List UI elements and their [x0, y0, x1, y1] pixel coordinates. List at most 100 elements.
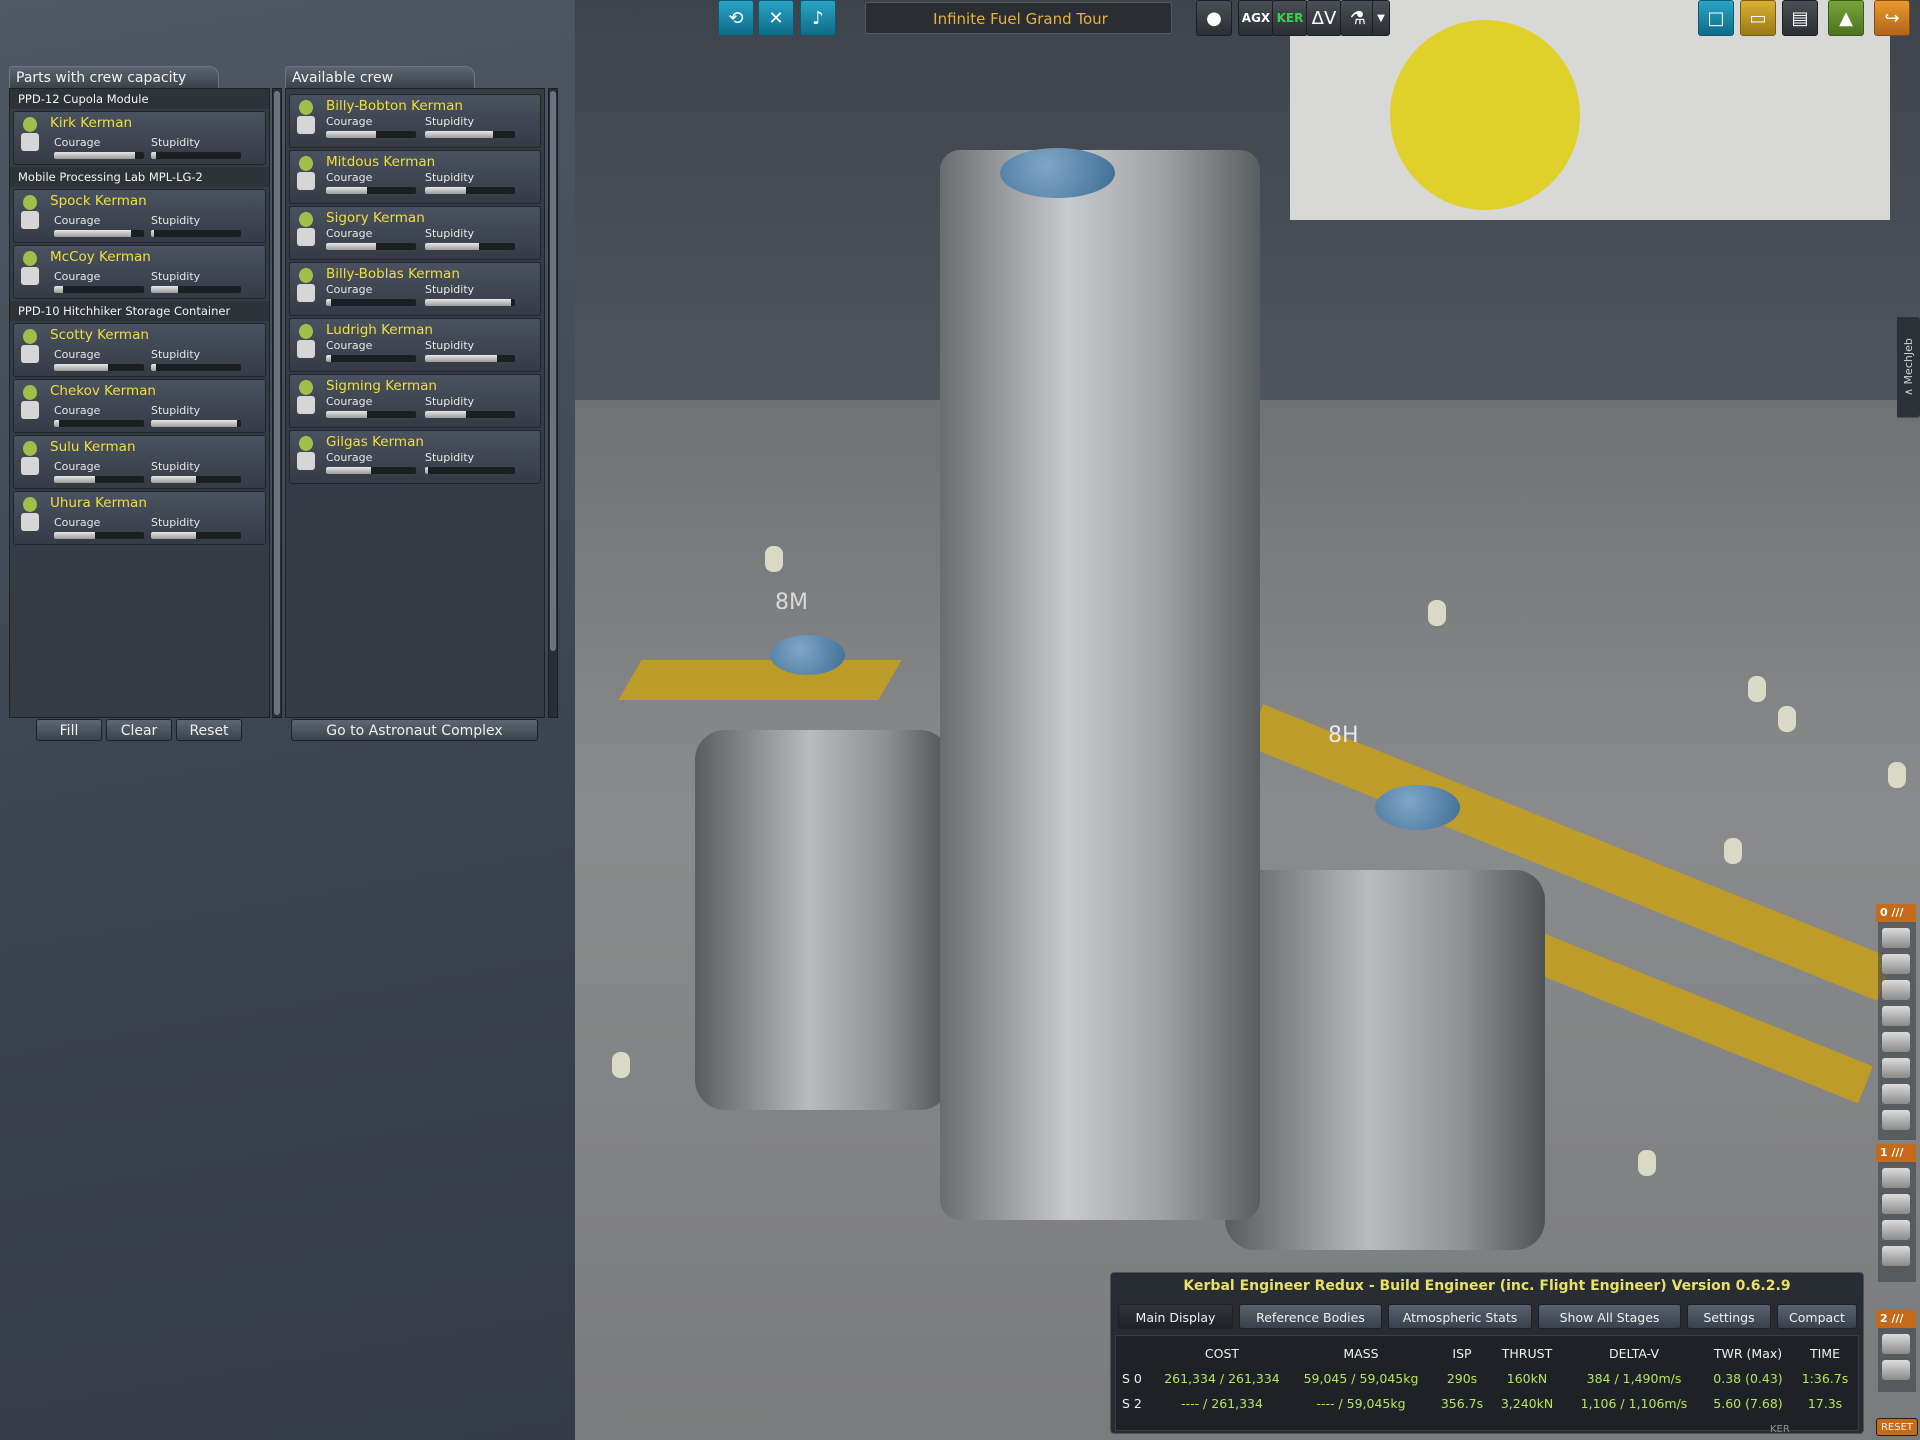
kerbal-figure — [1638, 1150, 1656, 1176]
crew-card[interactable]: Uhura Kerman Courage Stupidity — [13, 491, 266, 545]
stupidity-bar — [151, 286, 241, 293]
decoupler-icon[interactable] — [1882, 980, 1910, 1000]
crew-card[interactable]: Sigory Kerman Courage Stupidity — [289, 206, 541, 260]
engine-icon[interactable] — [1882, 1334, 1910, 1354]
decoupler-icon[interactable] — [1882, 1084, 1910, 1104]
astronaut-complex-button[interactable]: Go to Astronaut Complex — [291, 719, 538, 741]
crew-card[interactable]: Sigming Kerman Courage Stupidity — [289, 374, 541, 428]
available-crew-list: Billy-Bobton Kerman Courage Stupidity Mi… — [285, 88, 545, 718]
open-icon[interactable]: ▭ — [1740, 0, 1776, 36]
courage-bar — [326, 131, 416, 138]
twr-value: 0.38 (0.43) — [1713, 1371, 1783, 1386]
parachute-icon[interactable] — [1882, 1246, 1910, 1266]
col-header-thrust: THRUST — [1501, 1346, 1553, 1361]
stage-number: 1 — [1880, 1146, 1888, 1159]
decoupler-icon[interactable] — [1882, 1058, 1910, 1078]
courage-bar — [326, 187, 416, 194]
kerbal-engineer-panel: Kerbal Engineer Redux - Build Engineer (… — [1110, 1272, 1864, 1434]
decoupler-icon[interactable] — [1882, 954, 1910, 974]
mechjeb-tab[interactable]: ∧ MechJeb — [1897, 316, 1920, 418]
parachute-icon[interactable] — [1882, 1220, 1910, 1240]
courage-bar — [54, 476, 144, 483]
kerbal-figure — [1748, 676, 1766, 702]
stupidity-bar — [425, 411, 515, 418]
stupidity-bar — [151, 532, 241, 539]
chevron-down-icon[interactable]: ▼ — [1372, 0, 1390, 36]
stage-group-2 — [1878, 1318, 1916, 1392]
delta-v-button[interactable]: ΔV — [1306, 0, 1342, 36]
mechjeb-label: MechJeb — [1902, 338, 1915, 385]
courage-bar — [54, 152, 144, 159]
tab-settings[interactable]: Settings — [1687, 1304, 1771, 1329]
available-scrollbar[interactable] — [548, 88, 558, 718]
tab-main-display[interactable]: Main Display — [1118, 1304, 1233, 1329]
cost-value: 261,334 / 261,334 — [1164, 1371, 1280, 1386]
tab-compact[interactable]: Compact — [1777, 1304, 1857, 1329]
stupidity-bar — [151, 420, 241, 427]
reset-button[interactable]: Reset — [176, 719, 242, 741]
delta-v-value: 384 / 1,490m/s — [1586, 1371, 1682, 1386]
col-header-twr: TWR (Max) — [1713, 1346, 1783, 1361]
parts-scrollbar[interactable] — [272, 88, 282, 718]
crew-card[interactable]: Gilgas Kerman Courage Stupidity — [289, 430, 541, 484]
floor-marking-8M: 8M — [775, 590, 808, 615]
ker-button[interactable]: KER — [1272, 0, 1308, 36]
launch-icon[interactable]: ▲ — [1828, 0, 1864, 36]
stupidity-bar — [425, 355, 515, 362]
staging-reset-button[interactable]: RESET — [1876, 1418, 1918, 1436]
crew-card[interactable]: Spock Kerman Courage Stupidity — [13, 189, 266, 243]
stage-1-tag[interactable]: 1 /// — [1876, 1144, 1916, 1162]
decoupler-icon[interactable] — [1882, 1006, 1910, 1026]
parachute-icon[interactable] — [1882, 1168, 1910, 1188]
crew-card[interactable]: Billy-Bobton Kerman Courage Stupidity — [289, 94, 541, 148]
wrench-icon[interactable]: ✕ — [758, 0, 794, 36]
crew-card[interactable]: Kirk Kerman Courage Stupidity — [13, 111, 266, 165]
fill-button[interactable]: Fill — [36, 719, 102, 741]
stage-2-tag[interactable]: 2 /// — [1876, 1310, 1916, 1328]
kerbal-figure — [1888, 762, 1906, 788]
thrust-value: 3,240kN — [1500, 1396, 1554, 1411]
agx-button[interactable]: AGX — [1238, 0, 1274, 36]
microphone-icon[interactable]: ♪ — [800, 0, 836, 36]
crew-card[interactable]: Billy-Boblas Kerman Courage Stupidity — [289, 262, 541, 316]
kerbal-figure — [1778, 706, 1796, 732]
ship-name-input[interactable] — [866, 3, 1175, 35]
kerbal-portrait — [20, 117, 40, 157]
crew-card[interactable]: Sulu Kerman Courage Stupidity — [13, 435, 266, 489]
kerbal-portrait — [296, 100, 316, 140]
flask-icon[interactable]: ⚗ — [1340, 0, 1376, 36]
tab-show-all-stages[interactable]: Show All Stages — [1538, 1304, 1681, 1329]
tab-atmospheric-stats[interactable]: Atmospheric Stats — [1388, 1304, 1532, 1329]
available-panel-title: Available crew — [285, 66, 475, 88]
decoupler-icon[interactable] — [1882, 928, 1910, 948]
new-icon[interactable]: □ — [1698, 0, 1734, 36]
clear-button[interactable]: Clear — [106, 719, 172, 741]
courage-label: Courage — [54, 460, 101, 473]
stage-marker: /// — [1891, 1312, 1904, 1325]
decoupler-icon[interactable] — [1882, 1110, 1910, 1130]
stage-0-tag[interactable]: 0 /// — [1876, 904, 1916, 922]
crew-card[interactable]: Chekov Kerman Courage Stupidity — [13, 379, 266, 433]
save-icon[interactable]: ▤ — [1782, 0, 1818, 36]
crew-name: Billy-Boblas Kerman — [326, 266, 460, 282]
side-fuel-tank-left — [695, 730, 950, 1110]
crew-card[interactable]: Ludrigh Kerman Courage Stupidity — [289, 318, 541, 372]
stupidity-label: Stupidity — [425, 227, 475, 240]
parachute-icon[interactable] — [1882, 1194, 1910, 1214]
crew-name: Spock Kerman — [50, 193, 147, 209]
engine-icon[interactable] — [1882, 1360, 1910, 1380]
ship-name-field[interactable] — [865, 2, 1175, 35]
rotate-icon[interactable]: ⟲ — [718, 0, 754, 36]
col-header-time: TIME — [1809, 1346, 1840, 1361]
crew-card[interactable]: Mitdous Kerman Courage Stupidity — [289, 150, 541, 204]
exit-icon[interactable]: ↪ — [1874, 0, 1910, 36]
planet-icon[interactable]: ● — [1196, 0, 1232, 36]
courage-bar — [326, 355, 416, 362]
decoupler-icon[interactable] — [1882, 1032, 1910, 1052]
tab-reference-bodies[interactable]: Reference Bodies — [1239, 1304, 1382, 1329]
crew-card[interactable]: Scotty Kerman Courage Stupidity — [13, 323, 266, 377]
part-header: PPD-10 Hitchhiker Storage Container — [10, 301, 269, 321]
crew-card[interactable]: McCoy Kerman Courage Stupidity — [13, 245, 266, 299]
courage-bar — [54, 230, 144, 237]
editor-toolbar: ⟲ ✕ ♪ ● AGX KER ΔV ⚗ ▼ □ ▭ ▤ ▲ ↪ — [0, 0, 1920, 36]
